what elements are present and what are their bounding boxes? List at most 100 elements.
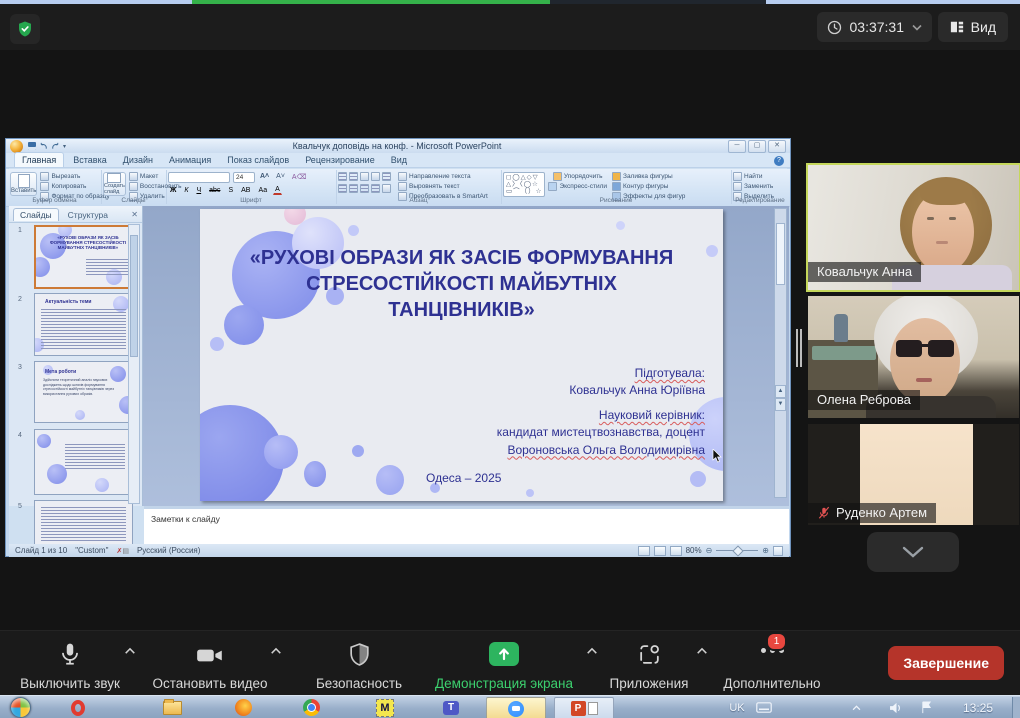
slide-thumbnail-3[interactable]: Мета роботи Здійснити теоретичний аналіз…: [34, 361, 133, 423]
numbering-button[interactable]: [349, 172, 358, 181]
tab-home[interactable]: Главная: [14, 152, 64, 167]
justify-button[interactable]: [371, 184, 380, 193]
bullets-button[interactable]: [338, 172, 347, 181]
hidden-icons-button[interactable]: [846, 697, 866, 718]
ppt-title-bar[interactable]: ▾ Квальчук доповідь на конф. - Microsoft…: [6, 139, 790, 153]
slides-pane-tab[interactable]: Слайды: [13, 208, 59, 221]
tab-review[interactable]: Рецензирование: [298, 153, 382, 167]
mute-options-chevron-icon[interactable]: [124, 647, 136, 655]
text-direction-button[interactable]: Направление текста: [398, 172, 488, 181]
taskbar-clock[interactable]: 13:25: [952, 697, 1004, 718]
slide-thumbnail-2[interactable]: Актуальність теми: [34, 293, 133, 356]
mute-button[interactable]: Выключить звук: [8, 635, 132, 693]
zoom-slider[interactable]: [716, 550, 758, 551]
slide-thumbnail-1[interactable]: «РУХОВІ ОБРАЗИ ЯК ЗАСІБ ФОРМУВАННЯ СТРЕС…: [34, 225, 135, 289]
clear-formatting-button[interactable]: А⌫: [290, 172, 309, 183]
char-spacing-button[interactable]: АВ: [239, 186, 252, 195]
shape-outline-button[interactable]: Контур фигуры: [612, 182, 685, 191]
slides-pane-scrollbar[interactable]: [128, 224, 140, 504]
participants-scroll-down-button[interactable]: [867, 532, 959, 572]
action-center-flag-icon[interactable]: [914, 697, 938, 718]
slideshow-view-icon[interactable]: [670, 546, 682, 556]
shadow-button[interactable]: S: [226, 186, 235, 195]
cut-button[interactable]: Вырезать: [40, 172, 109, 181]
change-case-button[interactable]: Аа: [256, 186, 269, 195]
apps-button[interactable]: Приложения: [598, 635, 700, 693]
taskbar-zoom-window-button[interactable]: [486, 697, 546, 718]
start-button[interactable]: [8, 697, 32, 718]
font-color-button[interactable]: А: [273, 185, 282, 195]
new-slide-button[interactable]: Создать слайд: [103, 172, 126, 196]
columns-button[interactable]: [382, 184, 391, 193]
align-right-button[interactable]: [360, 184, 369, 193]
normal-view-icon[interactable]: [638, 546, 650, 556]
arrange-button[interactable]: Упорядочить: [553, 172, 603, 181]
slide-title[interactable]: «РУХОВІ ОБРАЗИ ЯК ЗАСІБ ФОРМУВАННЯ СТРЕС…: [240, 245, 683, 323]
italic-button[interactable]: К: [182, 186, 190, 195]
font-name-box[interactable]: [168, 172, 230, 183]
zoom-in-icon[interactable]: ⊕: [762, 546, 769, 555]
align-center-button[interactable]: [349, 184, 358, 193]
help-icon[interactable]: ?: [774, 156, 784, 166]
share-screen-button[interactable]: Демонстрация экрана: [420, 635, 588, 693]
office-button[interactable]: [10, 140, 23, 153]
taskbar-opera-icon[interactable]: [64, 697, 92, 718]
align-left-button[interactable]: [338, 184, 347, 193]
shape-fill-button[interactable]: Заливка фигуры: [612, 172, 685, 181]
shrink-font-button[interactable]: А˅: [274, 172, 287, 183]
volume-icon[interactable]: [884, 697, 908, 718]
save-icon[interactable]: [28, 142, 36, 150]
decrease-indent-button[interactable]: [360, 172, 369, 181]
end-meeting-button[interactable]: Завершение: [888, 646, 1004, 680]
slide-editor-area[interactable]: «РУХОВІ ОБРАЗИ ЯК ЗАСІБ ФОРМУВАННЯ СТРЕС…: [143, 206, 789, 506]
bold-button[interactable]: Ж: [168, 186, 178, 195]
encryption-shield-button[interactable]: [10, 14, 40, 44]
language-indicator[interactable]: Русский (Россия): [137, 546, 200, 555]
video-options-chevron-icon[interactable]: [270, 647, 282, 655]
outline-pane-tab[interactable]: Структура: [61, 208, 115, 221]
taskbar-powerpoint-window-button[interactable]: P: [554, 697, 614, 718]
tab-slideshow[interactable]: Показ слайдов: [220, 153, 296, 167]
tab-insert[interactable]: Вставка: [66, 153, 113, 167]
keyboard-layout-icon[interactable]: [752, 697, 776, 718]
apps-options-chevron-icon[interactable]: [696, 647, 708, 655]
font-size-box[interactable]: 24: [233, 172, 255, 183]
find-button[interactable]: Найти: [733, 172, 774, 181]
minimize-button[interactable]: ─: [728, 140, 746, 153]
line-spacing-button[interactable]: [382, 172, 391, 181]
redo-icon[interactable]: [51, 142, 60, 150]
increase-indent-button[interactable]: [371, 172, 380, 181]
stop-video-button[interactable]: Остановить видео: [142, 635, 278, 693]
slide-scrollbar[interactable]: ▲ ▼: [774, 208, 787, 498]
taskbar-chrome-icon[interactable]: [297, 697, 325, 718]
notes-pane[interactable]: Заметки к слайду: [144, 506, 789, 544]
taskbar-firefox-icon[interactable]: [229, 697, 257, 718]
copy-button[interactable]: Копировать: [40, 182, 109, 191]
participant-video-kovalchuk[interactable]: Ковальчук Анна: [808, 165, 1019, 290]
timer-caret-icon[interactable]: [912, 24, 922, 31]
grow-font-button[interactable]: А˄: [258, 172, 271, 183]
show-desktop-button[interactable]: [1012, 697, 1020, 718]
strikethrough-button[interactable]: abc: [207, 186, 222, 195]
replace-button[interactable]: Заменить: [733, 182, 774, 191]
align-text-button[interactable]: Выровнять текст: [398, 182, 488, 191]
slide-canvas[interactable]: «РУХОВІ ОБРАЗИ ЯК ЗАСІБ ФОРМУВАННЯ СТРЕС…: [200, 209, 723, 501]
slide-sorter-icon[interactable]: [654, 546, 666, 556]
quick-styles-button[interactable]: Экспресс-стили: [548, 182, 607, 191]
view-button[interactable]: Вид: [938, 12, 1008, 42]
tab-view[interactable]: Вид: [384, 153, 414, 167]
powerpoint-window[interactable]: ▾ Квальчук доповідь на конф. - Microsoft…: [5, 138, 791, 557]
close-button[interactable]: ✕: [768, 140, 786, 153]
slide-credits[interactable]: Підготувала: Ковальчук Анна Юріївна Наук…: [497, 365, 705, 459]
slide-city-year[interactable]: Одеса – 2025: [426, 471, 501, 485]
zoom-out-icon[interactable]: ⊖: [706, 546, 713, 555]
panel-resize-handle[interactable]: [795, 329, 803, 367]
tab-animation[interactable]: Анимация: [162, 153, 218, 167]
tab-design[interactable]: Дизайн: [116, 153, 160, 167]
participant-video-rudenko[interactable]: Руденко Артем: [808, 424, 1019, 525]
fit-to-window-icon[interactable]: [773, 546, 783, 556]
taskbar-explorer-icon[interactable]: [158, 697, 186, 718]
next-slide-icon[interactable]: ▼: [775, 398, 786, 411]
quick-access-toolbar[interactable]: ▾: [28, 142, 66, 150]
paste-button[interactable]: Вставить: [10, 172, 37, 196]
